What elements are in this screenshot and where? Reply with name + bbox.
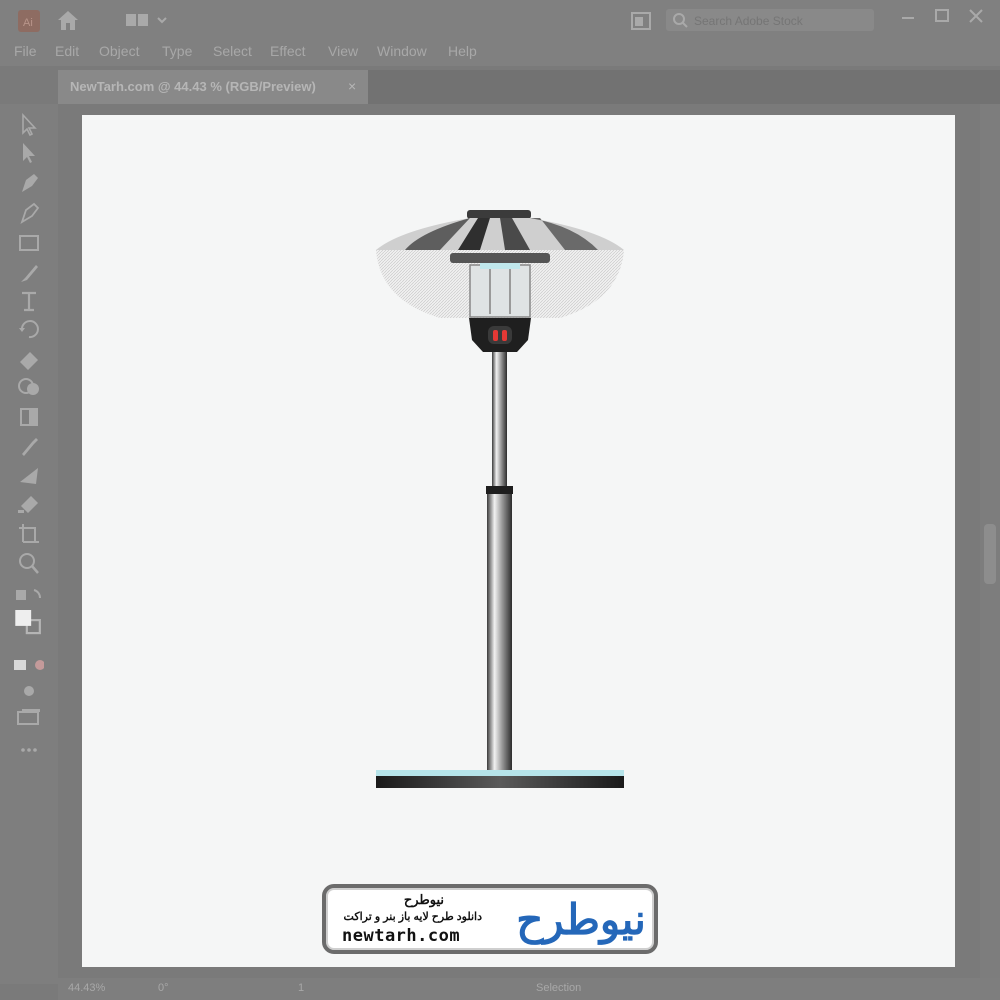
patio-heater-illustration[interactable] xyxy=(0,0,1000,1000)
vertical-scrollbar[interactable] xyxy=(980,104,1000,978)
upper-pole xyxy=(492,352,507,488)
pole-joint xyxy=(486,486,513,494)
current-tool-label: Selection xyxy=(536,982,582,994)
zoom-level[interactable]: 44.43% xyxy=(68,982,105,994)
lower-pole xyxy=(487,494,512,770)
heater-ring xyxy=(450,253,550,263)
status-bar: 44.43% 0° 1 Selection xyxy=(58,978,1000,1000)
watermark-logo: نیوطرح xyxy=(516,896,646,943)
watermark-title: نیوطرح xyxy=(403,892,444,907)
base-highlight xyxy=(376,770,624,776)
scrollbar-thumb[interactable] xyxy=(984,524,996,584)
watermark-subtitle: دانلود طرح لایه باز بنر و تراکت xyxy=(343,911,482,923)
watermark-url: newtarh.com xyxy=(342,926,461,946)
heater-base xyxy=(376,776,624,788)
heater-element xyxy=(469,264,531,318)
artboard-number[interactable]: 1 xyxy=(298,982,304,994)
indicator-light-right xyxy=(502,330,507,341)
heater-top-cap xyxy=(467,210,531,219)
rotation-value[interactable]: 0° xyxy=(158,982,169,994)
newtarh-watermark: نیوطرح دانلود طرح لایه باز بنر و تراکت n… xyxy=(322,884,658,954)
indicator-light-left xyxy=(493,330,498,341)
